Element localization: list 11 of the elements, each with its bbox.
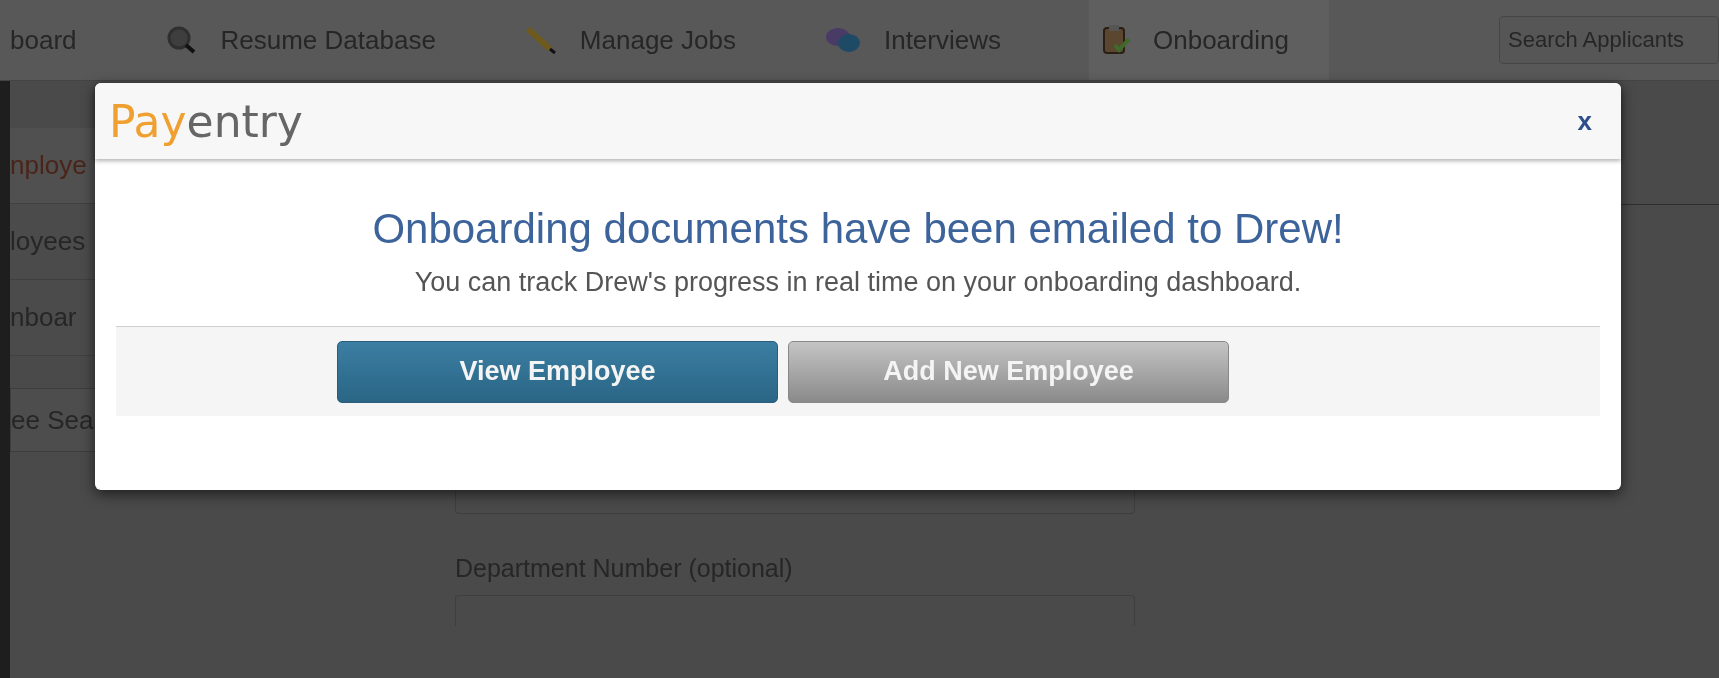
- view-button[interactable]: View Employee: [337, 340, 778, 403]
- chat-icon: [823, 25, 862, 55]
- pencil-icon: [523, 25, 558, 55]
- dialog-title: Onboarding documents have been emailed to Drew!: [372, 205, 1344, 253]
- sidebar-item[interactable]: nploye: [10, 128, 95, 204]
- nav-tab[interactable]: Onboarding: [1089, 0, 1329, 80]
- dialog-message: You can track Drew's progress in real time on your onboarding dashboard.: [414, 267, 1302, 298]
- close-button[interactable]: x: [1573, 101, 1596, 141]
- add-button[interactable]: Add New Employee: [788, 340, 1229, 403]
- clipboard-icon: [1101, 24, 1131, 56]
- logo: Payentry: [109, 95, 303, 147]
